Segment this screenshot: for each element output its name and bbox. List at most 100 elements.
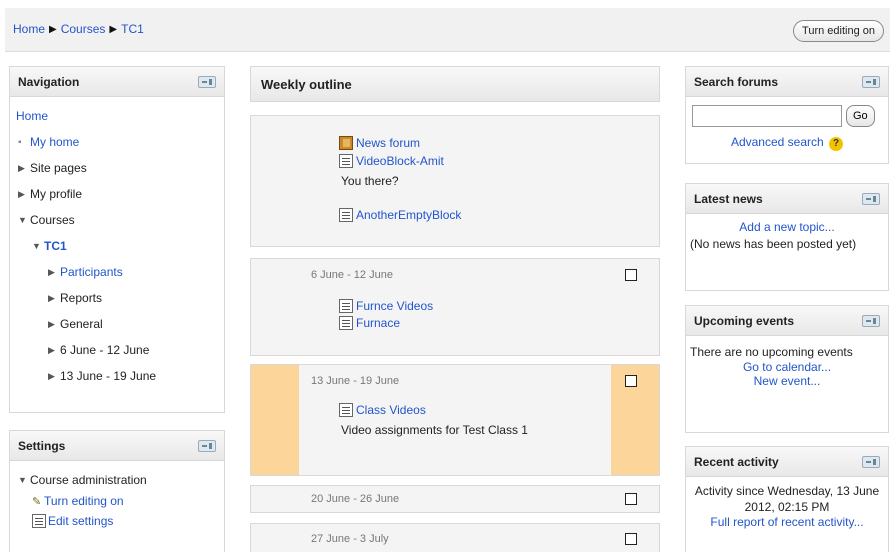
go-to-calendar-link[interactable]: Go to calendar... bbox=[743, 360, 831, 374]
nav-item-label[interactable]: Site pages bbox=[30, 161, 87, 175]
nav-item-site-pages[interactable]: ▶ Site pages bbox=[16, 155, 218, 181]
forum-icon bbox=[339, 136, 353, 150]
section-checkbox[interactable] bbox=[625, 533, 637, 545]
page-icon bbox=[339, 208, 353, 222]
nav-item-label[interactable]: Courses bbox=[30, 213, 75, 227]
expand-arrow-icon[interactable]: ▶ bbox=[18, 189, 30, 200]
page-icon bbox=[339, 403, 353, 417]
breadcrumb-separator-icon: ▶ bbox=[49, 23, 57, 35]
pencil-icon: ✎ bbox=[32, 495, 42, 508]
section-checkbox[interactable] bbox=[625, 375, 637, 387]
add-new-topic-link[interactable]: Add a new topic... bbox=[739, 220, 834, 234]
expand-arrow-icon[interactable]: ▶ bbox=[48, 371, 60, 382]
search-forums-block: Search forums Go Advanced search ? bbox=[685, 66, 889, 164]
breadcrumb-courses[interactable]: Courses bbox=[61, 22, 106, 36]
no-upcoming-events-text: There are no upcoming events bbox=[690, 345, 853, 359]
no-news-text: (No news has been posted yet) bbox=[690, 237, 857, 251]
latest-news-title: Latest news bbox=[694, 191, 763, 206]
dock-block-icon[interactable] bbox=[862, 192, 880, 205]
settings-turn-editing-on[interactable]: ✎ Turn editing on bbox=[18, 491, 216, 511]
news-forum-link[interactable]: News forum bbox=[356, 136, 420, 150]
furnce-videos-link[interactable]: Furnce Videos bbox=[356, 299, 433, 313]
full-report-link[interactable]: Full report of recent activity... bbox=[710, 515, 863, 529]
nav-item-my-home[interactable]: ▪ My home bbox=[16, 129, 218, 155]
recent-activity-title: Recent activity bbox=[694, 454, 779, 469]
latest-news-block: Latest news Add a new topic... (No news … bbox=[685, 183, 889, 291]
expand-arrow-icon[interactable]: ▶ bbox=[48, 345, 60, 356]
search-forums-input[interactable] bbox=[692, 105, 842, 127]
breadcrumb-current[interactable]: TC1 bbox=[121, 22, 144, 36]
recent-activity-block: Recent activity Activity since Wednesday… bbox=[685, 446, 889, 552]
furnace-activity[interactable]: Furnace bbox=[339, 316, 400, 330]
dock-block-icon[interactable] bbox=[198, 75, 216, 88]
advanced-search-link[interactable]: Advanced search bbox=[731, 135, 824, 149]
nav-item-my-profile[interactable]: ▶ My profile bbox=[16, 181, 218, 207]
nav-item-general[interactable]: ▶ General bbox=[16, 311, 218, 337]
you-there-label: You there? bbox=[341, 174, 399, 188]
help-icon[interactable]: ? bbox=[829, 137, 844, 151]
class-videos-link[interactable]: Class Videos bbox=[356, 403, 426, 417]
dock-block-icon[interactable] bbox=[862, 75, 880, 88]
top-bar: Home ▶ Courses ▶ TC1 Turn editing on bbox=[5, 8, 890, 52]
settings-edit-settings[interactable]: Edit settings bbox=[18, 511, 216, 531]
section-checkbox[interactable] bbox=[625, 493, 637, 505]
news-forum-activity[interactable]: News forum bbox=[339, 136, 420, 150]
turn-editing-on-link[interactable]: Turn editing on bbox=[44, 494, 124, 508]
nav-item-label[interactable]: My profile bbox=[30, 187, 82, 201]
edit-settings-link[interactable]: Edit settings bbox=[48, 514, 113, 528]
nav-item-label[interactable]: Reports bbox=[60, 291, 102, 305]
weekly-outline-title: Weekly outline bbox=[261, 76, 352, 92]
collapse-arrow-icon[interactable]: ▼ bbox=[18, 215, 30, 225]
nav-item-label[interactable]: Participants bbox=[60, 265, 123, 279]
dock-block-icon[interactable] bbox=[862, 455, 880, 468]
nav-item-courses[interactable]: ▼ Courses bbox=[16, 207, 218, 233]
furnce-videos-activity[interactable]: Furnce Videos bbox=[339, 299, 433, 313]
breadcrumb: Home ▶ Courses ▶ TC1 bbox=[13, 22, 144, 36]
recent-activity-header: Recent activity bbox=[686, 447, 888, 477]
collapse-arrow-icon[interactable]: ▼ bbox=[18, 475, 30, 485]
navigation-list: Home ▪ My home ▶ Site pages ▶ My profile… bbox=[10, 97, 224, 395]
nav-item-label[interactable]: TC1 bbox=[44, 239, 67, 253]
nav-item-label[interactable]: 13 June - 19 June bbox=[60, 369, 156, 383]
nav-item-week-6-june[interactable]: ▶ 6 June - 12 June bbox=[16, 337, 218, 363]
nav-item-label[interactable]: My home bbox=[30, 135, 79, 149]
latest-news-header: Latest news bbox=[686, 184, 888, 214]
nav-item-participants[interactable]: ▶ Participants bbox=[16, 259, 218, 285]
nav-item-reports[interactable]: ▶ Reports bbox=[16, 285, 218, 311]
another-empty-block-link[interactable]: AnotherEmptyBlock bbox=[356, 208, 461, 222]
expand-arrow-icon[interactable]: ▶ bbox=[18, 163, 30, 174]
turn-editing-on-button[interactable]: Turn editing on bbox=[793, 20, 884, 42]
nav-item-week-13-june[interactable]: ▶ 13 June - 19 June bbox=[16, 363, 218, 389]
section-date: 20 June - 26 June bbox=[311, 493, 400, 505]
settings-block: Settings ▼ Course administration ✎ Turn … bbox=[9, 430, 225, 552]
course-administration-label[interactable]: Course administration bbox=[30, 473, 147, 487]
nav-item-tc1[interactable]: ▼ TC1 bbox=[16, 233, 218, 259]
section-week-27-june: 27 June - 3 July bbox=[250, 523, 660, 552]
go-button[interactable]: Go bbox=[846, 105, 875, 127]
collapse-arrow-icon[interactable]: ▼ bbox=[32, 241, 44, 251]
videoblock-link[interactable]: VideoBlock-Amit bbox=[356, 154, 444, 168]
new-event-link[interactable]: New event... bbox=[754, 374, 821, 388]
nav-item-label[interactable]: Home bbox=[16, 109, 48, 123]
weekly-outline-header: Weekly outline bbox=[250, 66, 660, 102]
dock-block-icon[interactable] bbox=[862, 314, 880, 327]
expand-arrow-icon[interactable]: ▶ bbox=[48, 293, 60, 304]
breadcrumb-home[interactable]: Home bbox=[13, 22, 45, 36]
dock-block-icon[interactable] bbox=[198, 439, 216, 452]
videoblock-activity[interactable]: VideoBlock-Amit bbox=[339, 154, 444, 168]
nav-item-label[interactable]: 6 June - 12 June bbox=[60, 343, 149, 357]
furnace-link[interactable]: Furnace bbox=[356, 316, 400, 330]
settings-header: Settings bbox=[10, 431, 224, 461]
search-forums-header: Search forums bbox=[686, 67, 888, 97]
course-administration-node[interactable]: ▼ Course administration bbox=[18, 469, 216, 491]
section-date: 6 June - 12 June bbox=[311, 269, 393, 281]
expand-arrow-icon[interactable]: ▶ bbox=[48, 267, 60, 278]
section-checkbox[interactable] bbox=[625, 269, 637, 281]
section-week-6-june: 6 June - 12 June Furnce Videos Furnace bbox=[250, 258, 660, 356]
bullet-icon: ▪ bbox=[18, 136, 22, 148]
nav-item-label[interactable]: General bbox=[60, 317, 103, 331]
another-empty-block-activity[interactable]: AnotherEmptyBlock bbox=[339, 208, 461, 222]
expand-arrow-icon[interactable]: ▶ bbox=[48, 319, 60, 330]
class-videos-activity[interactable]: Class Videos bbox=[339, 403, 426, 417]
nav-item-home[interactable]: Home bbox=[16, 103, 218, 129]
